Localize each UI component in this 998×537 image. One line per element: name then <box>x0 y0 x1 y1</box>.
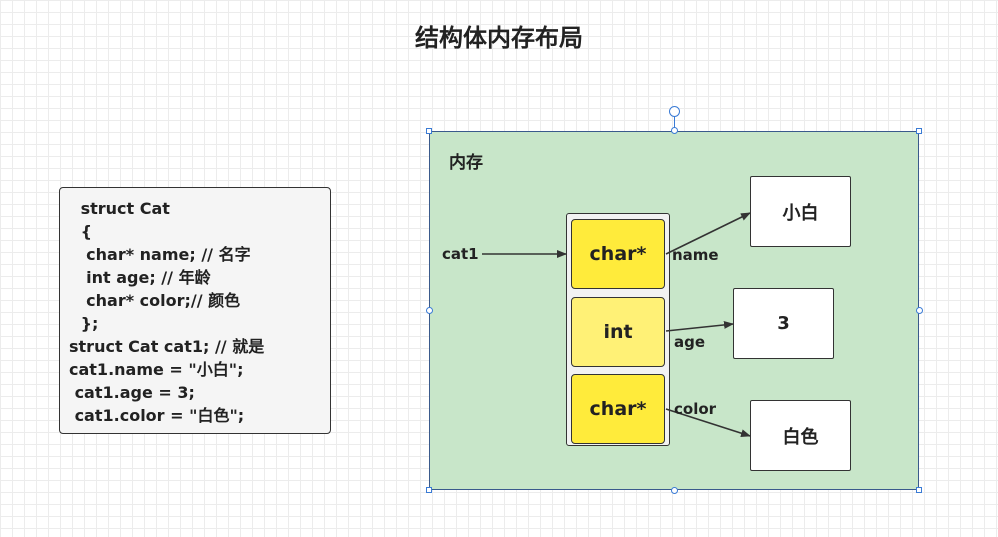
connector-layer <box>482 212 751 438</box>
edge-label-name: name <box>672 246 719 264</box>
pointer-label: cat1 <box>442 245 479 263</box>
edge-label-age: age <box>674 333 706 351</box>
age-arrow[interactable] <box>665 320 734 332</box>
edge-label-color: color <box>674 400 717 418</box>
